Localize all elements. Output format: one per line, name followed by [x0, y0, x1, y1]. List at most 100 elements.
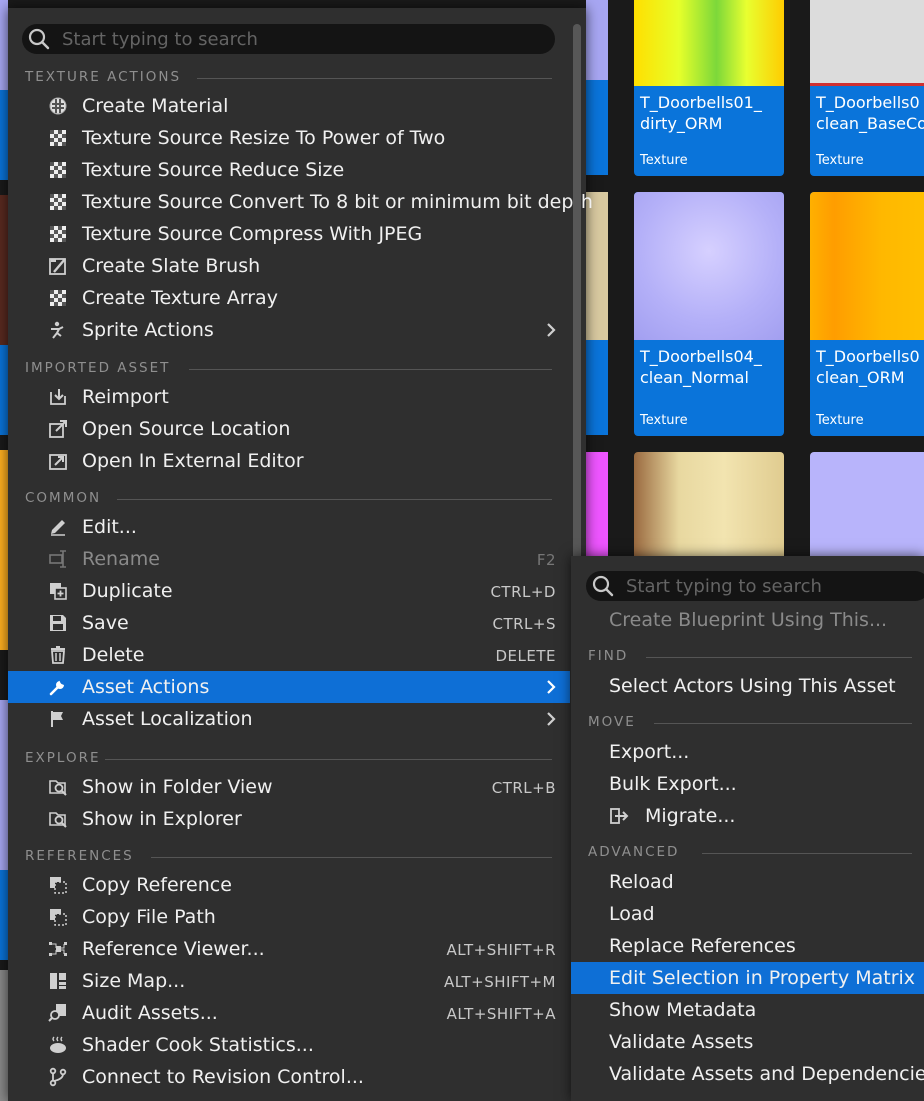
- asset-name: T_Doorbells01_ dirty_ORM: [640, 93, 762, 133]
- menu-item-copy-file-path[interactable]: Copy File Path: [8, 901, 570, 933]
- search-icon: [592, 575, 614, 597]
- menu-item-label: Load: [609, 903, 655, 925]
- shortcut-label: CTRL+B: [491, 779, 556, 797]
- asset-tile[interactable]: T_Doorbells0 clean_BaseCo Texture: [810, 0, 924, 176]
- menu-item-open-source-location[interactable]: Open Source Location: [8, 413, 570, 445]
- shortcut-label: ALT+SHIFT+M: [443, 973, 556, 991]
- section-divider: [702, 853, 912, 854]
- menu-item-create-blueprint-using-this[interactable]: Create Blueprint Using This...: [571, 604, 924, 636]
- menu-item-label: Create Blueprint Using This...: [609, 609, 888, 631]
- menu-item-validate-assets-and-dependencies[interactable]: Validate Assets and Dependencies: [571, 1058, 924, 1090]
- section-header: REFERENCES: [25, 846, 552, 866]
- menu-item-validate-assets[interactable]: Validate Assets: [571, 1026, 924, 1058]
- menu-item-texture-source-convert-to-8-bit-or-minimum-bit-depth[interactable]: Texture Source Convert To 8 bit or minim…: [8, 186, 593, 218]
- section-header: ADVANCED: [588, 842, 912, 862]
- section-header: FIND: [588, 646, 912, 666]
- checker-icon: [50, 130, 66, 146]
- menu-item-load[interactable]: Load: [571, 898, 924, 930]
- menu-item-audit-assets[interactable]: Audit Assets... ALT+SHIFT+A: [8, 997, 570, 1029]
- asset-tile[interactable]: [810, 452, 924, 562]
- menu-item-show-in-folder-view[interactable]: Show in Folder View CTRL+B: [8, 771, 570, 803]
- section-divider: [117, 499, 552, 500]
- search-input[interactable]: [626, 571, 920, 601]
- menu-item-label: Reference Viewer...: [82, 938, 265, 960]
- menu-item-texture-source-resize-to-power-of-two[interactable]: Texture Source Resize To Power of Two: [8, 122, 570, 154]
- menu-item-texture-source-reduce-size[interactable]: Texture Source Reduce Size: [8, 154, 570, 186]
- menu-item-replace-references[interactable]: Replace References: [571, 930, 924, 962]
- menu-item-bulk-export[interactable]: Bulk Export...: [571, 768, 924, 800]
- menu-item-show-in-explorer[interactable]: Show in Explorer: [8, 803, 570, 835]
- menu-item-label: Edit Selection in Property Matrix: [609, 967, 916, 989]
- rename-icon: [49, 550, 66, 568]
- section-divider: [654, 723, 912, 724]
- asset-thumbnail-strip: [586, 340, 608, 435]
- menu-item-delete[interactable]: Delete DELETE: [8, 639, 570, 671]
- menu-item-create-texture-array[interactable]: Create Texture Array: [8, 282, 570, 314]
- menu-item-export[interactable]: Export...: [571, 736, 924, 768]
- asset-tile[interactable]: T_Doorbells01_ dirty_ORM Texture: [634, 0, 784, 176]
- section-divider: [646, 657, 912, 658]
- search-input[interactable]: [62, 24, 545, 54]
- menu-item-label: Sprite Actions: [82, 319, 214, 341]
- section-title: REFERENCES: [25, 848, 134, 864]
- asset-tile[interactable]: T_Doorbells04_ clean_Normal Texture: [634, 192, 784, 436]
- asset-tile[interactable]: T_Doorbells0 clean_ORM Texture: [810, 192, 924, 436]
- trash-icon: [51, 646, 65, 664]
- shortcut-label: CTRL+S: [492, 615, 556, 633]
- menu-item-migrate[interactable]: Migrate...: [571, 800, 924, 832]
- save-icon: [50, 615, 66, 631]
- shader-icon: [50, 1036, 66, 1053]
- asset-type: Texture: [640, 413, 688, 428]
- menu-item-duplicate[interactable]: Duplicate CTRL+D: [8, 575, 570, 607]
- menu-item-copy-reference[interactable]: Copy Reference: [8, 869, 570, 901]
- menu-item-asset-actions[interactable]: Asset Actions: [8, 671, 570, 703]
- section-title: FIND: [588, 648, 629, 664]
- asset-thumbnail-strip: [0, 0, 8, 90]
- menu-item-create-slate-brush[interactable]: Create Slate Brush: [8, 250, 570, 282]
- menu-item-rename[interactable]: Rename F2: [8, 543, 570, 575]
- menu-item-reference-viewer[interactable]: Reference Viewer... ALT+SHIFT+R: [8, 933, 570, 965]
- menu-item-show-metadata[interactable]: Show Metadata: [571, 994, 924, 1026]
- menu-item-edit[interactable]: Edit...: [8, 511, 570, 543]
- reference-viewer-icon: [49, 942, 67, 956]
- menu-item-shader-cook-statistics[interactable]: Shader Cook Statistics...: [8, 1029, 570, 1061]
- menu-item-label: Copy File Path: [82, 906, 216, 928]
- section-header: TEXTURE ACTIONS: [25, 67, 552, 87]
- menu-item-create-material[interactable]: Create Material: [8, 90, 570, 122]
- texture-thumbnail: [634, 192, 784, 340]
- menu-item-sprite-actions[interactable]: Sprite Actions: [8, 314, 570, 346]
- menu-item-label: Texture Source Reduce Size: [82, 159, 345, 181]
- asset-thumbnail-strip: [0, 700, 8, 870]
- menu-item-label: Size Map...: [82, 970, 186, 992]
- submenu-search-box[interactable]: [586, 571, 924, 601]
- menu-search-box[interactable]: [22, 24, 555, 54]
- menu-item-reimport[interactable]: Reimport: [8, 381, 570, 413]
- menu-item-texture-source-compress-with-jpeg[interactable]: Texture Source Compress With JPEG: [8, 218, 570, 250]
- migrate-icon: [610, 808, 629, 824]
- asset-tile[interactable]: [634, 452, 784, 562]
- menu-item-label: Show in Explorer: [82, 808, 242, 830]
- edit-pencil-icon: [51, 520, 65, 536]
- menu-item-save[interactable]: Save CTRL+S: [8, 607, 570, 639]
- menu-item-label: Export...: [609, 741, 690, 763]
- shortcut-label: ALT+SHIFT+R: [446, 941, 556, 959]
- menu-item-open-in-external-editor[interactable]: Open In External Editor: [8, 445, 570, 477]
- menu-item-reload[interactable]: Reload: [571, 866, 924, 898]
- menu-item-label: Delete: [82, 644, 145, 666]
- search-icon: [28, 28, 50, 50]
- menu-item-asset-localization[interactable]: Asset Localization: [8, 703, 570, 735]
- section-title: COMMON: [25, 490, 102, 506]
- menu-item-label: Asset Actions: [82, 676, 210, 698]
- asset-name: T_Doorbells0 clean_ORM: [816, 347, 920, 387]
- folder-search-icon: [49, 780, 67, 796]
- menu-item-size-map[interactable]: Size Map... ALT+SHIFT+M: [8, 965, 570, 997]
- menu-item-select-actors-using-this-asset[interactable]: Select Actors Using This Asset: [571, 670, 924, 702]
- asset-thumbnail-strip: [586, 192, 608, 340]
- menu-item-connect-to-revision-control[interactable]: Connect to Revision Control...: [8, 1061, 570, 1093]
- chevron-right-icon: [547, 323, 556, 337]
- section-header: EXPLORE: [25, 748, 552, 768]
- menu-item-label: Connect to Revision Control...: [82, 1066, 364, 1088]
- menu-item-edit-selection-in-property-matrix[interactable]: Edit Selection in Property Matrix: [571, 962, 924, 994]
- duplicate-icon: [50, 583, 67, 600]
- asset-thumbnail-strip: [0, 970, 8, 1101]
